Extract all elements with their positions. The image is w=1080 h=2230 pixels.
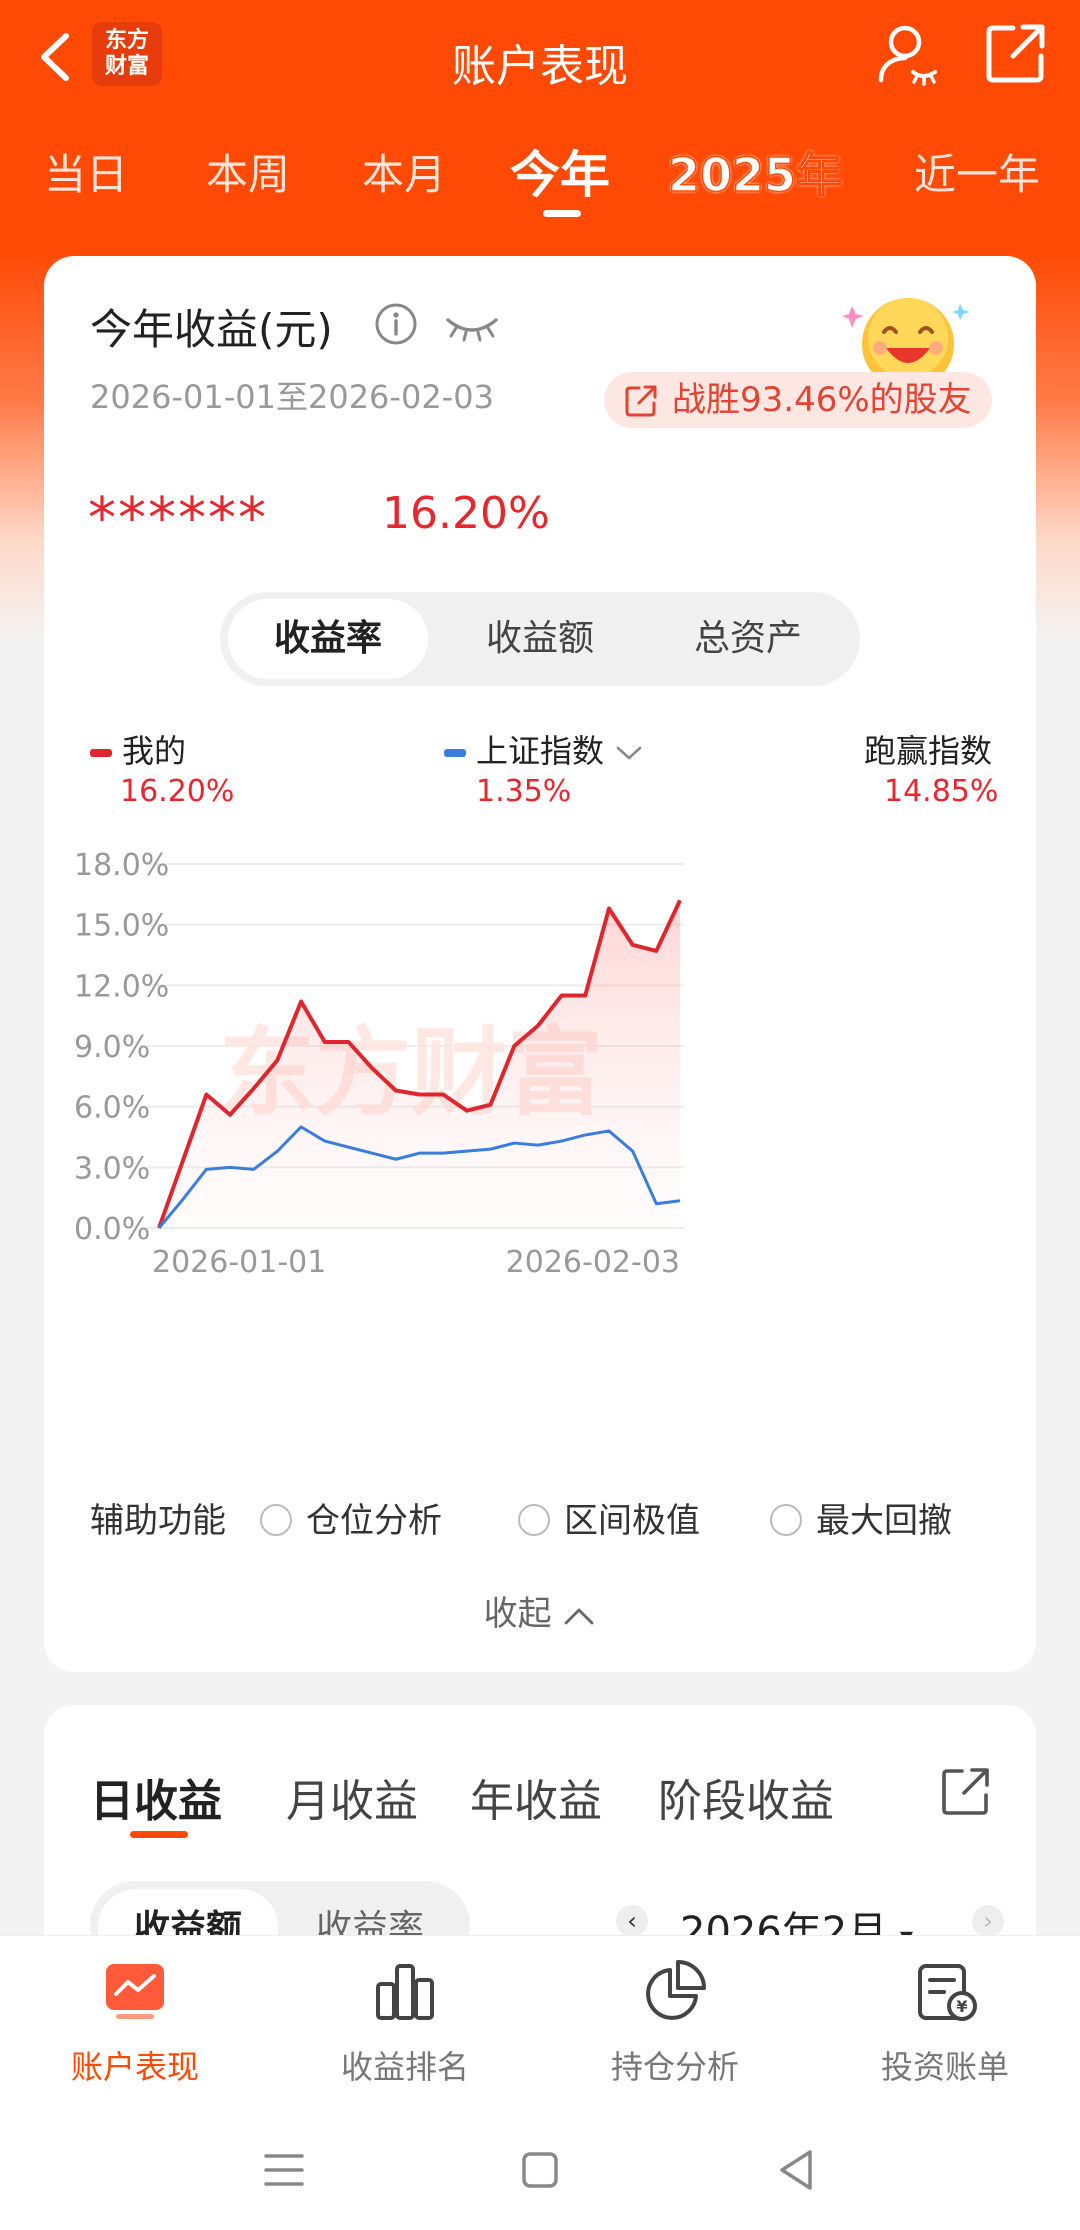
legend-mine: 我的 xyxy=(90,726,186,772)
radio-max-drawdown[interactable] xyxy=(770,1503,802,1536)
y-tick-label: 18.0% xyxy=(74,848,169,883)
aux-option-label: 区间极值 xyxy=(564,1501,700,1541)
chevron-down-icon xyxy=(616,746,642,760)
tab-last-year[interactable]: 近一年 xyxy=(914,140,1040,210)
tab-period-earnings[interactable]: 阶段收益 xyxy=(658,1765,834,1829)
nav-label: 收益排名 xyxy=(340,2048,469,2086)
chevron-up-icon xyxy=(565,1608,594,1624)
bar-chart-icon xyxy=(376,1964,434,2020)
system-nav-bar xyxy=(0,2110,1080,2230)
account-performance-icon xyxy=(106,1964,164,2019)
tab-monthly-earnings[interactable]: 月收益 xyxy=(286,1765,418,1829)
x-tick-label: 2026-01-01 xyxy=(152,1245,326,1280)
segment-return-rate[interactable]: 收益率 xyxy=(228,599,428,679)
segment-return-amount[interactable]: 收益额 xyxy=(440,592,640,686)
metric-segmented-control: 收益率 收益额 总资产 xyxy=(220,592,860,686)
beat-peers-text: 战胜93.46%的股友 xyxy=(672,380,972,420)
legend-mine-swatch xyxy=(90,749,112,757)
aux-option-range-extreme[interactable]: 区间极值 xyxy=(518,1493,700,1542)
legend-beat-value: 14.85% xyxy=(884,774,999,809)
collapse-button[interactable]: 收起 xyxy=(44,1586,1036,1635)
prev-month-button[interactable]: ‹ xyxy=(616,1905,648,1937)
share-icon[interactable] xyxy=(940,1765,992,1817)
aux-option-label: 最大回撤 xyxy=(816,1501,952,1541)
aux-option-label: 仓位分析 xyxy=(306,1501,442,1541)
nav-label: 投资账单 xyxy=(880,2048,1009,2086)
svg-text:¥: ¥ xyxy=(956,1997,967,2016)
back-triangle-icon[interactable] xyxy=(766,2140,826,2200)
y-tick-label: 0.0% xyxy=(74,1212,150,1247)
nav-earnings-ranking[interactable]: 收益排名 xyxy=(270,1956,540,2088)
performance-card: 今年收益(元) 2026-01-01至2026-02-03 战胜93.46%的股… xyxy=(44,256,1036,1672)
active-tab-indicator xyxy=(543,210,581,217)
y-tick-label: 6.0% xyxy=(74,1091,150,1126)
nav-account-performance[interactable]: 账户表现 xyxy=(0,1956,270,2088)
share-icon[interactable] xyxy=(985,22,1047,84)
y-tick-label: 3.0% xyxy=(74,1151,150,1186)
pie-chart-icon xyxy=(646,1960,706,2020)
legend-beat: 跑赢指数 xyxy=(864,732,993,770)
nav-investment-bill[interactable]: ¥ 投资账单 xyxy=(810,1956,1080,2088)
masked-amount: ****** xyxy=(88,486,268,551)
top-bar: 东方 财富 账户表现 xyxy=(0,0,1080,110)
radio-position[interactable] xyxy=(260,1503,292,1536)
summary-title: 今年收益(元) xyxy=(90,305,333,354)
eye-closed-icon[interactable] xyxy=(444,306,500,346)
info-icon[interactable] xyxy=(374,302,418,346)
segment-total-assets[interactable]: 总资产 xyxy=(648,592,848,686)
nav-label: 账户表现 xyxy=(70,2048,199,2086)
return-percent: 16.20% xyxy=(382,488,550,539)
tab-2025[interactable]: 2025年 xyxy=(667,140,843,210)
bottom-nav: 账户表现 收益排名 持仓分析 ¥ 投资账单 xyxy=(0,1935,1080,2110)
return-line-chart: 18.0%15.0%12.0%9.0%6.0%3.0%0.0% 东方财富 202… xyxy=(74,848,684,1280)
nav-holdings-analysis[interactable]: 持仓分析 xyxy=(540,1956,810,2088)
tab-today[interactable]: 当日 xyxy=(44,140,128,210)
beat-peers-badge[interactable]: 战胜93.46%的股友 xyxy=(604,372,992,428)
aux-option-position[interactable]: 仓位分析 xyxy=(260,1493,442,1542)
y-tick-label: 9.0% xyxy=(74,1030,150,1065)
tab-daily-earnings[interactable]: 日收益 xyxy=(90,1765,222,1829)
menu-icon[interactable] xyxy=(254,2140,314,2200)
tab-this-year[interactable]: 今年 xyxy=(510,140,610,210)
tab-this-week[interactable]: 本周 xyxy=(206,140,290,210)
legend-mine-value: 16.20% xyxy=(120,774,235,809)
share-small-icon xyxy=(625,385,657,417)
next-month-button[interactable]: › xyxy=(972,1905,1004,1937)
legend-mine-label: 我的 xyxy=(122,732,187,770)
tab-yearly-earnings[interactable]: 年收益 xyxy=(470,1765,602,1829)
legend-index[interactable]: 上证指数 xyxy=(444,726,644,772)
collapse-label: 收起 xyxy=(483,1594,552,1634)
aux-option-max-drawdown[interactable]: 最大回撤 xyxy=(770,1493,952,1542)
nav-label: 持仓分析 xyxy=(610,2048,739,2086)
earnings-tab-indicator xyxy=(130,1831,188,1838)
period-tabs: 当日 本周 本月 今年 2025年 近一年 xyxy=(0,140,1080,220)
date-range: 2026-01-01至2026-02-03 xyxy=(90,378,494,416)
legend-index-value: 1.35% xyxy=(476,774,572,809)
y-tick-label: 15.0% xyxy=(74,909,169,944)
home-icon[interactable] xyxy=(510,2140,570,2200)
bill-icon: ¥ xyxy=(918,1964,977,2021)
legend-index-swatch xyxy=(444,749,466,757)
y-tick-label: 12.0% xyxy=(74,969,169,1004)
radio-range-extreme[interactable] xyxy=(518,1503,550,1536)
user-privacy-icon[interactable] xyxy=(875,20,941,86)
legend-index-label: 上证指数 xyxy=(476,732,605,770)
tab-this-month[interactable]: 本月 xyxy=(362,140,446,210)
x-tick-label: 2026-02-03 xyxy=(506,1245,680,1280)
aux-title: 辅助功能 xyxy=(90,1501,226,1541)
